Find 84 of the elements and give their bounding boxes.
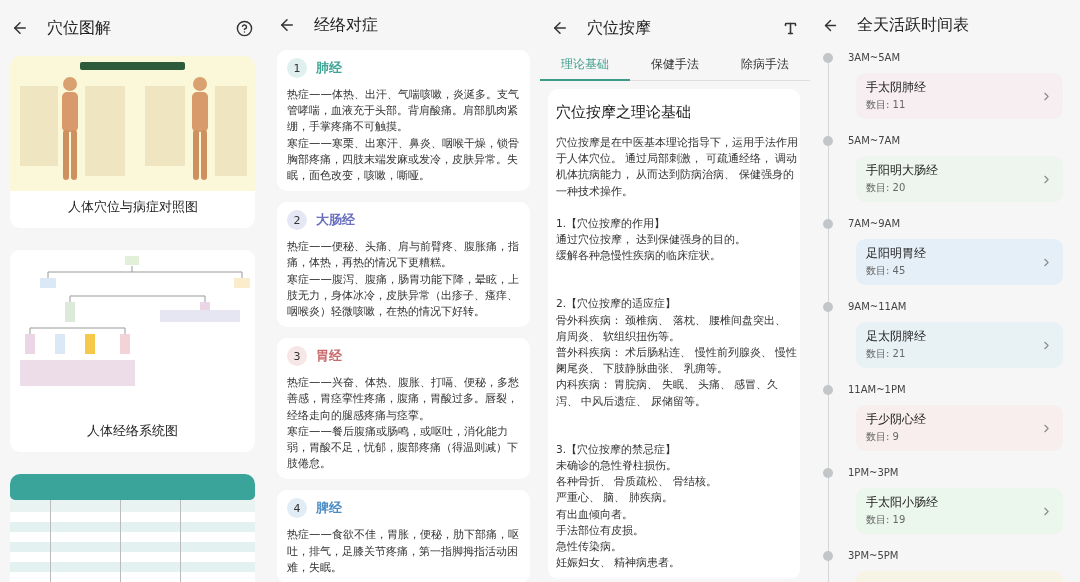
article-line: 内科疾病： 胃脘病、 失眠、 头痛、 感冒、久 [556, 377, 780, 393]
article-line: 妊娠妇女、 精神病患者。 [556, 555, 682, 571]
meridian-card[interactable]: 手太阳小肠经 数目: 19 [856, 488, 1063, 534]
meridian-name: 足阳明胃经 [866, 246, 927, 261]
meridian-name: 大肠经 [316, 211, 355, 230]
time-range: 7AM~9AM [848, 217, 902, 231]
meridian-name: 手少阴心经 [866, 412, 927, 427]
time-range: 3AM~5AM [848, 51, 902, 65]
time-range: 5AM~7AM [848, 134, 902, 148]
meridian-card[interactable]: 手少阴心经 数目: 9 [856, 405, 1063, 451]
back-button[interactable] [11, 19, 29, 37]
page-title: 全天活跃时间表 [857, 14, 970, 36]
back-button[interactable] [551, 19, 569, 37]
symptom-text: 热症——食欲不佳，胃胀，便秘，肋下部痛，呕吐，排气，足膝关节疼痛，第一指脚拇指活动困难，失眠。 [287, 526, 520, 576]
meridian-name: 手太阴肺经 [866, 80, 927, 95]
page-title: 穴位图解 [47, 17, 112, 39]
article-line: 穴位按摩是在中医基本理论指导下，运用手法作用 [556, 135, 795, 150]
meridian-card[interactable]: 足阳明胃经 数目: 45 [856, 239, 1063, 285]
article-line: 急性传染病。 [556, 539, 623, 555]
text-size-icon[interactable] [783, 20, 798, 36]
chart-caption: 人体经络系统图 [86, 422, 179, 440]
item-count: 数目: 45 [866, 264, 907, 278]
timeline-dot [823, 385, 833, 395]
article-line: 通过穴位按摩， 达到保健强身的目的。 [556, 232, 748, 247]
back-button[interactable] [278, 16, 296, 34]
time-range: 3PM~5PM [848, 549, 900, 563]
tab[interactable]: 保健手法 [630, 49, 720, 81]
timeline-dot [823, 53, 833, 63]
meridian-card[interactable]: 手阳明大肠经 数目: 20 [856, 156, 1063, 202]
article-line: 普外科疾病： 术后肠粘连、 慢性前列腺炎、 慢性 [556, 345, 795, 361]
help-icon[interactable] [236, 19, 253, 37]
timeline-dot [823, 551, 833, 561]
meridian-card[interactable]: 手太阴肺经 数目: 11 [856, 73, 1063, 119]
section-heading: 1.【穴位按摩的作用】 [556, 215, 667, 231]
number-badge: 3 [287, 346, 307, 367]
article-line: 肩周炎、 软组织扭伤等。 [556, 328, 682, 344]
timeline-dot [823, 302, 833, 312]
article-line: 骨外科疾病： 颈椎病、 落枕、 腰椎间盘突出、 [556, 312, 788, 328]
number-badge: 2 [287, 210, 307, 231]
article-line: 未确诊的急性脊柱损伤。 [556, 458, 678, 474]
article-line: 一种技术操作。 [556, 183, 634, 199]
meridian-name: 胃经 [316, 347, 342, 366]
symptom-text: 热症——体热、出汗、气喘咳嗽，炎涎多。支气管哮喘，血液充于头部。背肩酸痛。肩部肌肉紧绷，手掌疼痛不可触摸。 [287, 86, 520, 135]
item-count: 数目: 11 [866, 98, 907, 112]
article-line: 手法部位有皮损。 [556, 522, 645, 538]
section-heading: 3.【穴位按摩的禁忌症】 [556, 441, 678, 457]
timeline-dot [823, 136, 833, 146]
section-heading: 2.【穴位按摩的适应症】 [556, 296, 678, 312]
time-range: 1PM~3PM [848, 466, 900, 480]
meridian-card[interactable]: 足太阴脾经 数目: 21 [856, 322, 1063, 368]
number-badge: 4 [287, 498, 307, 519]
article-line: 泻、 中风后遗症、 尿储留等。 [556, 393, 707, 409]
article-line: 阑尾炎、 下肢静脉曲张、 乳痈等。 [556, 361, 729, 377]
item-count: 数目: 9 [866, 430, 900, 444]
meridian-name: 肺经 [316, 59, 342, 77]
article-line: 严重心、 脑、 肺疾病。 [556, 490, 674, 506]
timeline-dot [823, 219, 833, 229]
item-count: 数目: 20 [866, 181, 907, 195]
tab[interactable]: 除病手法 [720, 49, 810, 81]
number-badge: 1 [287, 58, 307, 78]
article-heading: 穴位按摩之理论基础 [556, 103, 692, 122]
article-line: 缓解各种急慢性疾病的临床症状。 [556, 248, 722, 264]
article-line: 于人体穴位。 通过局部刺激， 可疏通经络， 调动 [556, 151, 795, 167]
meridian-name: 手阳明大肠经 [866, 163, 939, 178]
time-range: 9AM~11AM [848, 300, 908, 314]
time-range: 11AM~1PM [848, 383, 907, 397]
chart-card[interactable]: 人体穴位与病症对照图 [10, 56, 255, 228]
symptom-text: 热症——便秘、头痛、肩与前臂疼、腹胀痛，指痛，体热，再热的情况下更糟糕。 [287, 238, 520, 271]
article-line: 有出血倾向者。 [556, 506, 634, 522]
symptom-text: 热症——兴奋、体热、腹胀、打嗝、便秘，多愁善感，胃痉挛性疼痛，腹痛，胃酸过多。唇裂，经络走向的腿感疼痛与痉挛。 [287, 374, 520, 423]
symptom-text: 寒症——餐后腹痛或肠鸣，或呕吐，消化能力弱，胃酸不足，忧郁，腹部疼痛（得温则减）下肢倦怠。 [287, 422, 519, 472]
item-count: 数目: 21 [866, 347, 907, 361]
symptom-text: 寒症——寒栗、出寒汗、鼻炎、咽喉干燥，锁骨胸部疼痛，四肢末端发麻或发冷，皮肤异常。失眠，面色改变，咳嗽，嘶哑。 [287, 134, 520, 184]
article-line: 机体抗病能力， 从而达到防病治病、 保健强身的 [556, 167, 795, 183]
page-title: 经络对症 [314, 14, 379, 36]
chart-caption: 人体穴位与病症对照图 [66, 198, 199, 216]
meridian-name: 手太阳小肠经 [866, 495, 939, 510]
meridian-name: 足太阴脾经 [866, 329, 927, 344]
timeline-dot [823, 468, 833, 478]
meridian-name: 脾经 [316, 499, 342, 518]
article-line: 各种骨折、 骨质疏松、 骨结核。 [556, 474, 718, 490]
item-count: 数目: 19 [866, 513, 907, 527]
symptom-text: 寒症——腹泻、腹痛，肠胃功能下降，晕眩，上肢无力，身体冰冷，皮肤异常（出疹子、瘙痒、咽喉炎）轻微咳嗽，在热的情况下好转。 [287, 270, 520, 320]
page-title: 穴位按摩 [587, 17, 652, 39]
